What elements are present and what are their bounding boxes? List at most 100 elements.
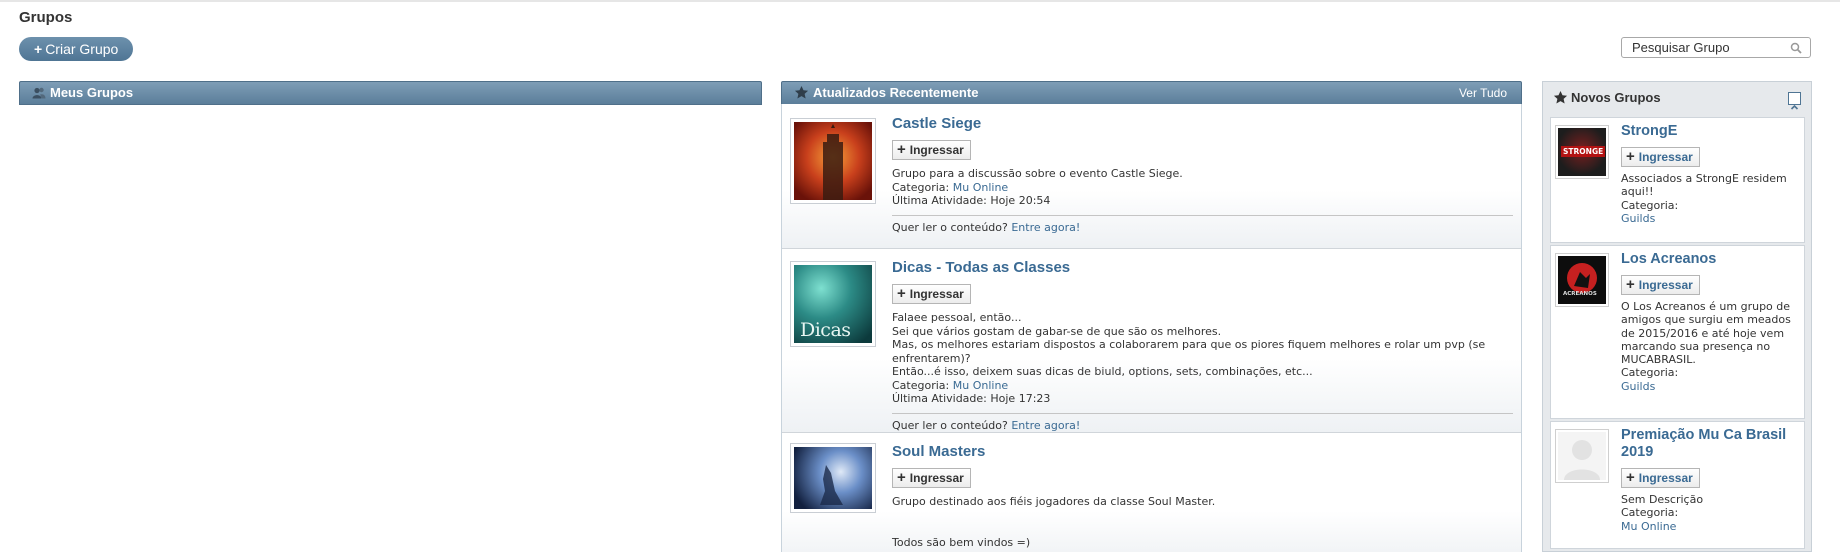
search-input[interactable] (1622, 38, 1782, 57)
group-title[interactable]: Soul Masters (892, 443, 1513, 460)
cta-line: Quer ler o conteúdo? Entre agora! (892, 214, 1513, 234)
star-icon (1553, 90, 1568, 103)
collapse-toggle[interactable] (1788, 92, 1801, 110)
soul-masters-image (794, 447, 872, 509)
group-details: Premiação Mu Ca Brasil 2019 + Ingressar S… (1621, 427, 1800, 533)
group-description: Grupo para a discussão sobre o evento Ca… (892, 167, 1513, 208)
group-thumbnail[interactable] (790, 443, 876, 513)
recent-groups-title: Atualizados Recentemente (813, 85, 979, 100)
new-group-card-premiacao: Premiação Mu Ca Brasil 2019 + Ingressar S… (1550, 421, 1805, 549)
cta-text: Quer ler o conteúdo? (892, 220, 1008, 234)
castle-siege-image (794, 122, 872, 200)
group-description: Falaee pessoal, então... Sei que vários … (892, 311, 1513, 406)
group-thumbnail[interactable]: Dicas (790, 261, 876, 347)
new-groups-header: Novos Grupos (1543, 82, 1811, 114)
plus-icon: + (897, 285, 906, 302)
new-groups-title: Novos Grupos (1571, 90, 1661, 105)
description-text: Sem Descrição (1621, 493, 1704, 506)
group-thumbnail[interactable]: ACREANOS (1555, 253, 1609, 307)
last-activity: Última Atividade: Hoje 17:23 (892, 392, 1051, 405)
join-button[interactable]: + Ingressar (1621, 468, 1700, 488)
default-avatar (1558, 432, 1606, 480)
join-button[interactable]: + Ingressar (892, 468, 971, 488)
group-details: StrongE + Ingressar Associados a StrongE … (1621, 123, 1800, 225)
description-text: Associados a StrongE residem aqui!! (1621, 172, 1787, 199)
new-group-card-stronge: STRONGE StrongE + Ingressar Associados a … (1550, 117, 1805, 243)
category-link[interactable]: Mu Online (953, 181, 1008, 194)
join-label: Ingressar (909, 471, 964, 485)
description-line: Mas, os melhores estariam dispostos a co… (892, 338, 1486, 365)
join-label: Ingressar (1638, 278, 1693, 292)
join-label: Ingressar (1638, 150, 1693, 164)
group-description: O Los Acreanos é um grupo de amigos que … (1621, 300, 1800, 393)
description-line: Grupo destinado aos fiéis jogadores da c… (892, 495, 1216, 508)
category-line: Categoria: Mu Online (892, 181, 1513, 195)
group-title[interactable]: Castle Siege (892, 115, 1513, 132)
los-acreanos-logo: ACREANOS (1558, 256, 1606, 304)
stronge-logo: STRONGE (1558, 128, 1606, 176)
category-label: Categoria: (1621, 506, 1679, 520)
plus-icon: + (1626, 469, 1635, 486)
group-row-dicas: Dicas Dicas - Todas as Classes + Ingressa… (782, 249, 1521, 433)
wizard-figure-icon (820, 465, 843, 505)
search-icon[interactable] (1790, 42, 1802, 54)
plus-icon: + (1626, 148, 1635, 165)
join-button[interactable]: + Ingressar (892, 284, 971, 304)
group-title[interactable]: StrongE (1621, 123, 1800, 140)
group-thumbnail[interactable]: STRONGE (1555, 125, 1609, 179)
group-details: Soul Masters + Ingressar Grupo destinado … (892, 443, 1513, 549)
description-line: Todos são bem vindos =) (892, 535, 1031, 549)
join-label: Ingressar (1638, 471, 1693, 485)
description-line: Sei que vários gostam de gabar-se de que… (892, 324, 1222, 338)
plus-icon: + (897, 469, 906, 486)
dicas-image: Dicas (794, 265, 872, 343)
new-groups-panel: Novos Grupos STRONGE StrongE + Ingressar … (1542, 81, 1812, 552)
plus-icon: + (1626, 276, 1635, 293)
enter-now-link[interactable]: Entre agora! (1011, 419, 1080, 432)
cta-text: Quer ler o conteúdo? (892, 418, 1008, 432)
dicas-logo-text: Dicas (800, 319, 851, 341)
group-title[interactable]: Dicas - Todas as Classes (892, 259, 1513, 276)
top-divider (0, 0, 1840, 2)
category-link[interactable]: Mu Online (1621, 520, 1800, 533)
chevron-up-icon (1790, 104, 1799, 110)
group-description: Associados a StrongE residem aqui!! Cate… (1621, 172, 1800, 225)
group-title[interactable]: Premiação Mu Ca Brasil 2019 (1621, 427, 1800, 461)
stronge-logo-text: STRONGE (1561, 146, 1606, 157)
recent-groups-list: Castle Siege + Ingressar Grupo para a dis… (781, 104, 1522, 552)
group-row-castle-siege: Castle Siege + Ingressar Grupo para a dis… (782, 104, 1521, 249)
join-button[interactable]: + Ingressar (1621, 275, 1700, 295)
join-button[interactable]: + Ingressar (1621, 147, 1700, 167)
view-all-link[interactable]: Ver Tudo (1459, 82, 1507, 104)
new-group-card-los-acreanos: ACREANOS Los Acreanos + Ingressar O Los A… (1550, 245, 1805, 419)
join-label: Ingressar (909, 287, 964, 301)
group-description: Sem Descrição Categoria: Mu Online (1621, 493, 1800, 533)
category-label: Categoria: (892, 180, 950, 194)
group-thumbnail[interactable] (790, 118, 876, 204)
category-link[interactable]: Mu Online (953, 379, 1008, 392)
join-button[interactable]: + Ingressar (892, 140, 971, 160)
castle-tower-icon (823, 124, 843, 200)
enter-now-link[interactable]: Entre agora! (1011, 221, 1080, 234)
last-activity: Última Atividade: Hoje 20:54 (892, 194, 1051, 207)
group-title[interactable]: Los Acreanos (1621, 251, 1800, 268)
plus-icon: + (34, 41, 43, 57)
create-group-button[interactable]: + Criar Grupo (19, 37, 134, 61)
cta-line: Quer ler o conteúdo? Entre agora! (892, 412, 1513, 432)
category-link[interactable]: Guilds (1621, 380, 1800, 393)
description-line (892, 522, 1513, 536)
los-acreanos-logo-text: ACREANOS (1563, 291, 1597, 297)
group-thumbnail[interactable] (1555, 429, 1609, 483)
my-groups-title: Meus Grupos (50, 85, 134, 100)
category-link[interactable]: Guilds (1621, 212, 1800, 225)
description-text: O Los Acreanos é um grupo de amigos que … (1621, 300, 1791, 367)
category-label: Categoria: (1621, 366, 1679, 380)
category-label: Categoria: (892, 378, 950, 392)
group-details: Dicas - Todas as Classes + Ingressar Fala… (892, 259, 1513, 432)
search-box[interactable] (1621, 37, 1811, 58)
user-placeholder-icon (1564, 440, 1600, 480)
create-group-label: Criar Grupo (45, 41, 119, 57)
group-details: Los Acreanos + Ingressar O Los Acreanos é… (1621, 251, 1800, 393)
category-line: Categoria: Mu Online (892, 379, 1513, 393)
plus-icon: + (897, 141, 906, 158)
